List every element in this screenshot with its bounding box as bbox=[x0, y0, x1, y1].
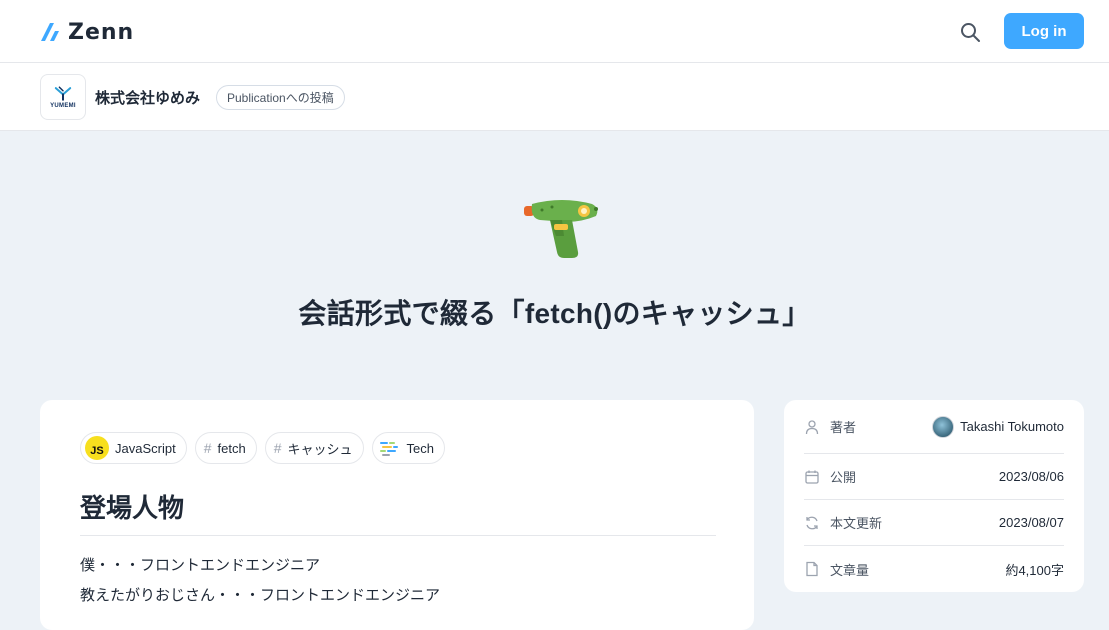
meta-published-row: 公開 2023/08/06 bbox=[804, 454, 1064, 500]
document-icon bbox=[806, 561, 818, 577]
tag-label: Tech bbox=[406, 440, 434, 456]
publication-badge: Publicationへの投稿 bbox=[216, 85, 345, 110]
user-icon bbox=[805, 419, 819, 434]
avatar bbox=[932, 415, 955, 438]
meta-published-label: 公開 bbox=[830, 470, 857, 485]
search-icon bbox=[961, 23, 980, 42]
publication-bar: YUMEMI 株式会社ゆめみ Publicationへの投稿 bbox=[0, 63, 1109, 131]
yumemi-logo-icon bbox=[54, 85, 72, 101]
publication-name[interactable]: 株式会社ゆめみ bbox=[95, 87, 200, 108]
article-line-1: 僕・・・フロントエンドエンジニア bbox=[80, 557, 321, 574]
author-name: Takashi Tokumoto bbox=[960, 419, 1064, 434]
publication-logo-text: YUMEMI bbox=[50, 102, 76, 109]
zenn-logo-icon bbox=[41, 23, 59, 41]
length-value: 約4,100字 bbox=[1005, 562, 1064, 578]
author-link[interactable]: Takashi Tokumoto bbox=[932, 415, 1064, 438]
search-button[interactable] bbox=[958, 20, 982, 44]
meta-author-label: 著者 bbox=[830, 420, 857, 435]
meta-length-label: 文章量 bbox=[830, 562, 870, 578]
meta-updated-row: 本文更新 2023/08/07 bbox=[804, 500, 1064, 546]
article-line-2: 教えたがりおじさん・・・フロントエンドエンジニア bbox=[80, 587, 441, 604]
login-button[interactable]: Log in bbox=[1004, 13, 1084, 49]
tag-label: キャッシュ bbox=[287, 441, 353, 457]
tag-label: JavaScript bbox=[115, 440, 176, 456]
article-meta-card: 著者 Takashi Tokumoto 公開 2023/08/06 本文更新 2… bbox=[784, 400, 1084, 592]
updated-date: 2023/08/07 bbox=[998, 515, 1064, 530]
tech-icon bbox=[379, 442, 398, 456]
hash-icon: # bbox=[203, 440, 212, 456]
logo-text: Zenn bbox=[68, 19, 135, 45]
calendar-icon bbox=[805, 470, 819, 484]
site-header: Zenn Log in bbox=[0, 0, 1109, 63]
article-card: JS JavaScript # fetch # キャッシュ Tech 登場人物 … bbox=[40, 400, 754, 630]
tag-fetch[interactable]: # fetch bbox=[194, 432, 257, 464]
zenn-logo[interactable]: Zenn bbox=[40, 19, 135, 45]
publication-logo[interactable]: YUMEMI bbox=[40, 74, 86, 120]
tag-list: JS JavaScript # fetch # キャッシュ Tech bbox=[80, 432, 445, 464]
published-date: 2023/08/06 bbox=[998, 469, 1064, 484]
water-pistol-icon bbox=[524, 200, 598, 258]
article-title: 会話形式で綴る「fetch()のキャッシュ」 bbox=[298, 298, 811, 329]
refresh-icon bbox=[806, 516, 818, 529]
meta-author-row: 著者 Takashi Tokumoto bbox=[804, 400, 1064, 454]
meta-length-row: 文章量 約4,100字 bbox=[804, 546, 1064, 592]
tag-javascript[interactable]: JS JavaScript bbox=[80, 432, 187, 464]
meta-updated-label: 本文更新 bbox=[830, 516, 883, 531]
hash-icon: # bbox=[273, 440, 282, 456]
tag-label: fetch bbox=[217, 440, 246, 456]
tag-cache[interactable]: # キャッシュ bbox=[264, 432, 364, 464]
section-heading: 登場人物 bbox=[80, 488, 716, 536]
tag-tech[interactable]: Tech bbox=[371, 432, 445, 464]
javascript-icon: JS bbox=[85, 436, 109, 460]
